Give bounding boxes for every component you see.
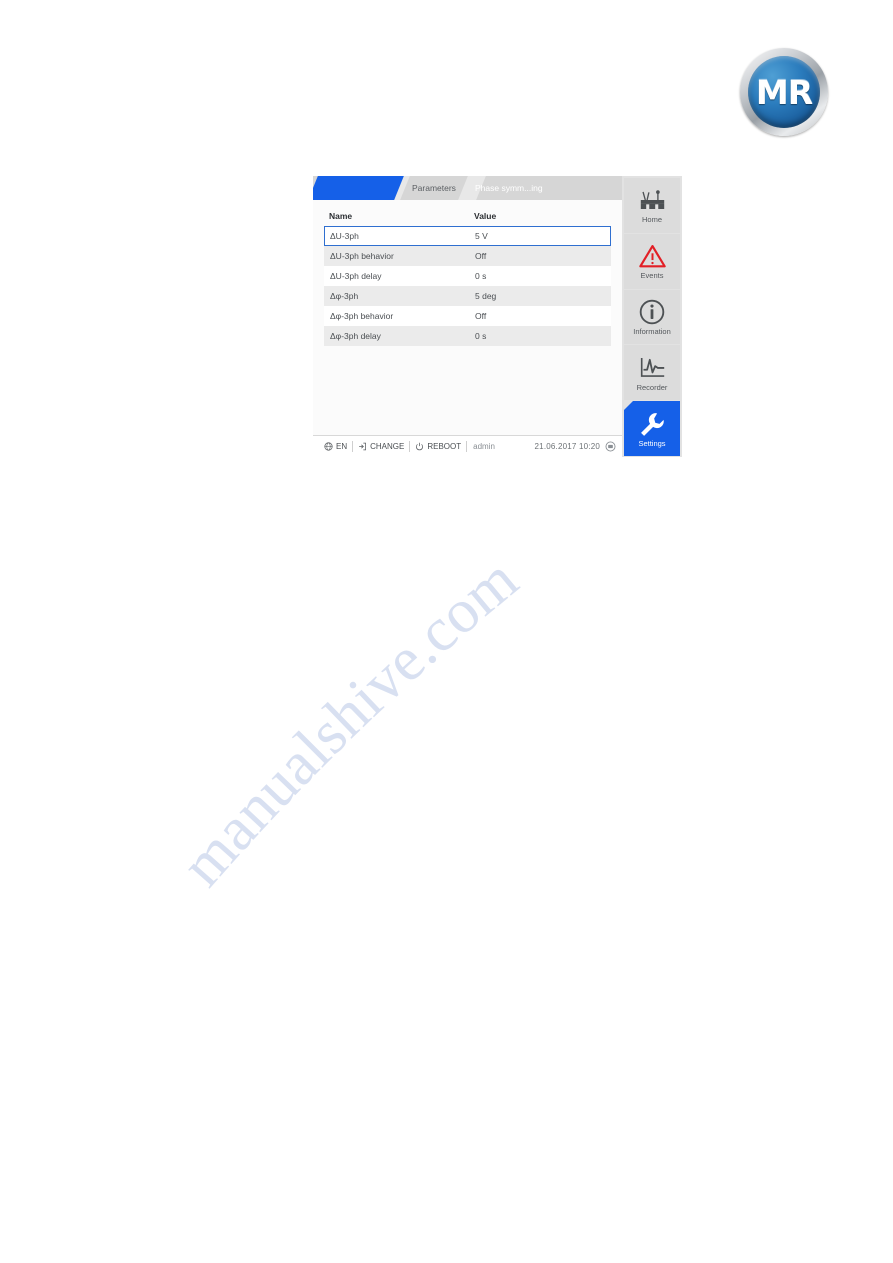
waveform-chart-icon: [639, 354, 666, 382]
login-arrow-icon: [358, 442, 367, 451]
row-name: ΔU-3ph behavior: [330, 251, 394, 261]
reboot-label: REBOOT: [427, 442, 462, 451]
breadcrumb: Settings Parameters Phase symm...ing: [313, 176, 622, 200]
table-header-row: Name Value: [324, 200, 611, 226]
parameter-table: Name Value ΔU-3ph 5 V ΔU-3ph behavior Off ΔU…: [313, 200, 622, 435]
row-value: 5 deg: [475, 291, 497, 301]
row-value: 0 s: [475, 331, 487, 341]
timestamp: 21.06.2017 10:20: [534, 442, 600, 451]
column-header-value: Value: [474, 210, 497, 221]
sidebar-item-information[interactable]: Information: [624, 289, 680, 345]
sidebar-item-home-label: Home: [641, 215, 662, 225]
sidebar-item-recorder[interactable]: Recorder: [624, 345, 680, 401]
row-name: ΔU-3ph delay: [330, 271, 382, 281]
mr-logo: MR: [740, 48, 828, 136]
status-bar: EN CHANGE REBOOT admin 21.06.2017 10:20: [313, 435, 622, 457]
table-row[interactable]: Δφ-3ph 5 deg: [324, 286, 611, 306]
table-row[interactable]: ΔU-3ph 5 V: [324, 226, 611, 246]
table-row[interactable]: Δφ-3ph behavior Off: [324, 306, 611, 326]
wrench-icon: [638, 410, 666, 438]
language-button[interactable]: EN: [319, 442, 352, 451]
row-name: Δφ-3ph: [330, 291, 359, 301]
sidebar-item-events[interactable]: Events: [624, 233, 680, 289]
sidebar-item-information-label: Information: [633, 326, 671, 336]
navigation-sidebar: Home Events Information Recorder Setting…: [622, 176, 682, 457]
watermark: manualshive.com: [168, 430, 730, 950]
table-row[interactable]: Δφ-3ph delay 0 s: [324, 326, 611, 346]
column-header-name: Name: [329, 210, 353, 221]
table-row[interactable]: ΔU-3ph behavior Off: [324, 246, 611, 266]
reboot-button[interactable]: REBOOT: [410, 442, 466, 451]
sidebar-item-home[interactable]: Home: [624, 178, 680, 233]
table-row[interactable]: ΔU-3ph delay 0 s: [324, 266, 611, 286]
breadcrumb-item-active-shape[interactable]: [313, 176, 404, 200]
screen-body: Settings Parameters Phase symm...ing Nam…: [313, 176, 682, 457]
row-name: Δφ-3ph delay: [330, 331, 381, 341]
change-label: CHANGE: [370, 442, 405, 451]
substation-icon: [639, 186, 666, 214]
sidebar-item-settings-label: Settings: [638, 438, 666, 448]
row-name: Δφ-3ph behavior: [330, 311, 394, 321]
table-body: ΔU-3ph 5 V ΔU-3ph behavior Off ΔU-3ph delay 0…: [324, 226, 611, 346]
current-user: admin: [473, 442, 495, 451]
warning-triangle-icon: [638, 242, 666, 270]
logo-text: MR: [755, 72, 813, 112]
row-value: 0 s: [475, 271, 487, 281]
main-content-column: Settings Parameters Phase symm...ing Nam…: [313, 176, 622, 457]
connection-status-icon[interactable]: [605, 441, 616, 452]
breadcrumb-item-parameters[interactable]: Parameters: [412, 176, 456, 200]
breadcrumb-item-phase-symmetry[interactable]: Phase symm...ing: [475, 176, 543, 200]
svg-text:manualshive.com: manualshive.com: [170, 545, 530, 899]
change-button[interactable]: CHANGE: [353, 442, 409, 451]
globe-icon: [324, 442, 333, 451]
row-value: Off: [475, 251, 487, 261]
language-label: EN: [336, 442, 348, 451]
row-value: Off: [475, 311, 487, 321]
sidebar-item-events-label: Events: [640, 271, 664, 281]
sidebar-item-settings[interactable]: Settings: [624, 401, 680, 456]
row-name: ΔU-3ph: [330, 231, 359, 241]
info-circle-icon: [639, 298, 665, 326]
sidebar-item-recorder-label: Recorder: [636, 382, 668, 392]
device-screen: Settings Parameters Phase symm...ing Nam…: [313, 176, 682, 457]
power-icon: [415, 442, 424, 451]
row-value: 5 V: [475, 231, 488, 241]
